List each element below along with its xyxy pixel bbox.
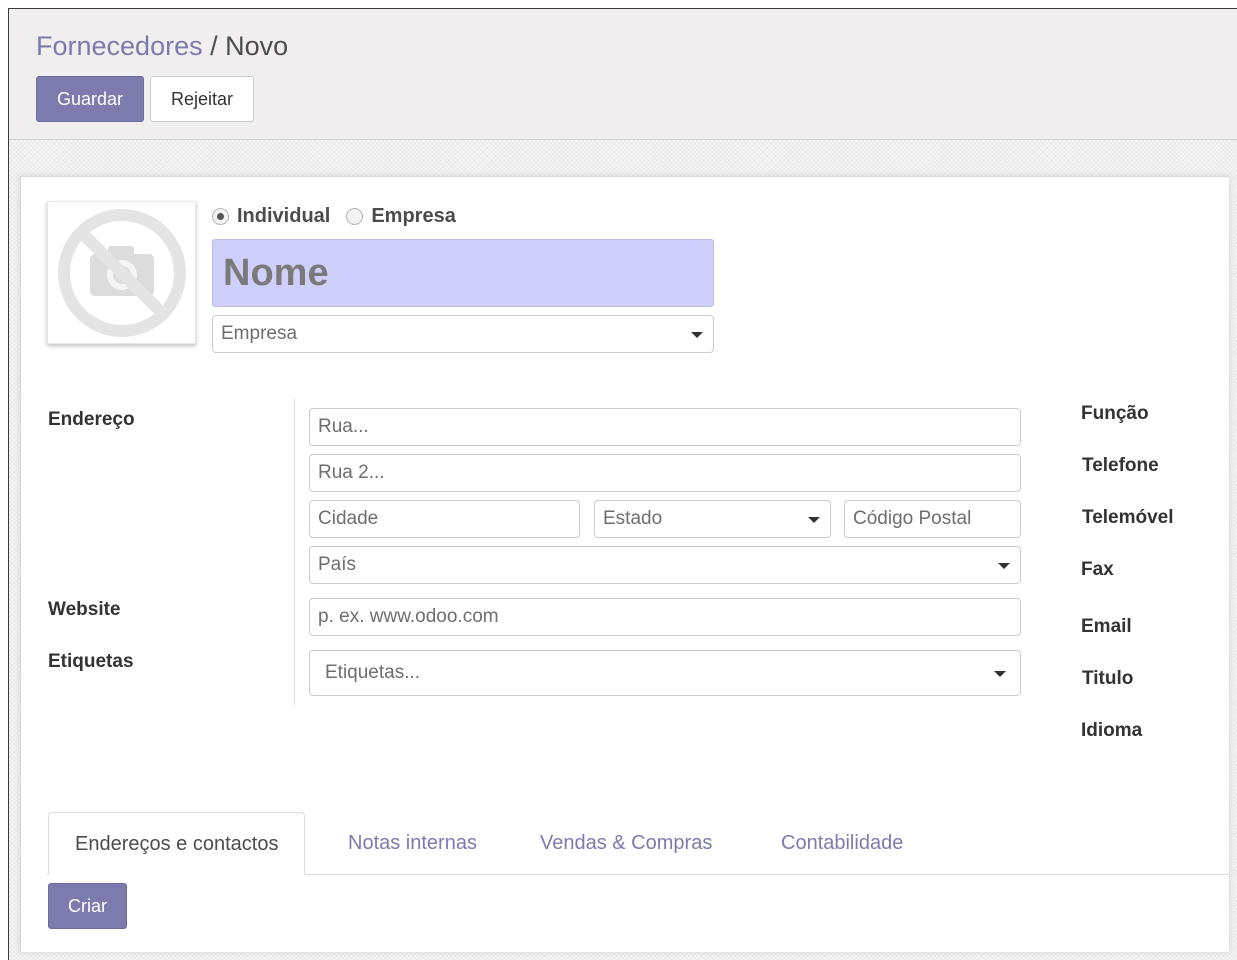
breadcrumb-current: Novo <box>225 31 289 61</box>
caret-down-icon <box>808 517 820 523</box>
create-button[interactable]: Criar <box>48 883 127 929</box>
control-panel: Fornecedores / Novo Guardar Rejeitar <box>9 9 1237 140</box>
zip-input[interactable]: Código Postal <box>844 500 1021 538</box>
breadcrumb: Fornecedores / Novo <box>36 31 288 61</box>
no-camera-icon <box>58 209 186 337</box>
street2-input[interactable]: Rua 2... <box>309 454 1021 492</box>
state-select[interactable]: Estado <box>594 500 831 538</box>
radio-company[interactable] <box>346 207 364 225</box>
name-input[interactable]: Nome <box>212 239 714 307</box>
tags-select-placeholder: Etiquetas... <box>325 662 421 683</box>
function-label: Função <box>1081 403 1149 424</box>
phone-label: Telefone <box>1082 455 1159 476</box>
radio-company-label[interactable]: Empresa <box>371 205 456 228</box>
email-label: Email <box>1081 616 1132 637</box>
caret-down-icon <box>691 332 703 338</box>
label-divider <box>294 398 295 705</box>
language-label: Idioma <box>1081 720 1143 741</box>
address-label: Endereço <box>48 409 135 430</box>
street-input[interactable]: Rua... <box>309 408 1021 446</box>
tab-sales-purchases[interactable]: Vendas & Compras <box>540 812 712 875</box>
tags-label: Etiquetas <box>48 651 134 672</box>
company-select[interactable]: Empresa <box>212 315 714 353</box>
tab-accounting[interactable]: Contabilidade <box>781 812 903 875</box>
caret-down-icon <box>998 563 1010 569</box>
title-label: Titulo <box>1082 668 1134 689</box>
avatar-image[interactable] <box>47 201 196 344</box>
tags-select[interactable]: Etiquetas... <box>309 650 1021 696</box>
breadcrumb-parent-link[interactable]: Fornecedores <box>36 31 203 61</box>
tab-internal-notes[interactable]: Notas internas <box>348 812 477 875</box>
mobile-label: Telemóvel <box>1082 507 1174 528</box>
fax-label: Fax <box>1081 559 1114 580</box>
company-type-radio-group: Individual Empresa <box>212 204 472 228</box>
breadcrumb-separator: / <box>210 31 218 61</box>
caret-down-icon <box>994 671 1006 677</box>
company-select-placeholder: Empresa <box>221 323 298 344</box>
tab-addresses-contacts[interactable]: Endereços e contactos <box>48 812 306 875</box>
radio-individual[interactable] <box>212 207 229 225</box>
country-select[interactable]: País <box>309 546 1021 584</box>
website-label: Website <box>48 599 121 620</box>
city-input[interactable]: Cidade <box>309 500 580 538</box>
radio-individual-label[interactable]: Individual <box>237 205 330 228</box>
discard-button[interactable]: Rejeitar <box>150 76 254 122</box>
save-button[interactable]: Guardar <box>36 76 144 122</box>
state-select-placeholder: Estado <box>603 508 663 529</box>
website-input[interactable]: p. ex. www.odoo.com <box>309 598 1021 636</box>
country-select-placeholder: País <box>318 554 357 575</box>
